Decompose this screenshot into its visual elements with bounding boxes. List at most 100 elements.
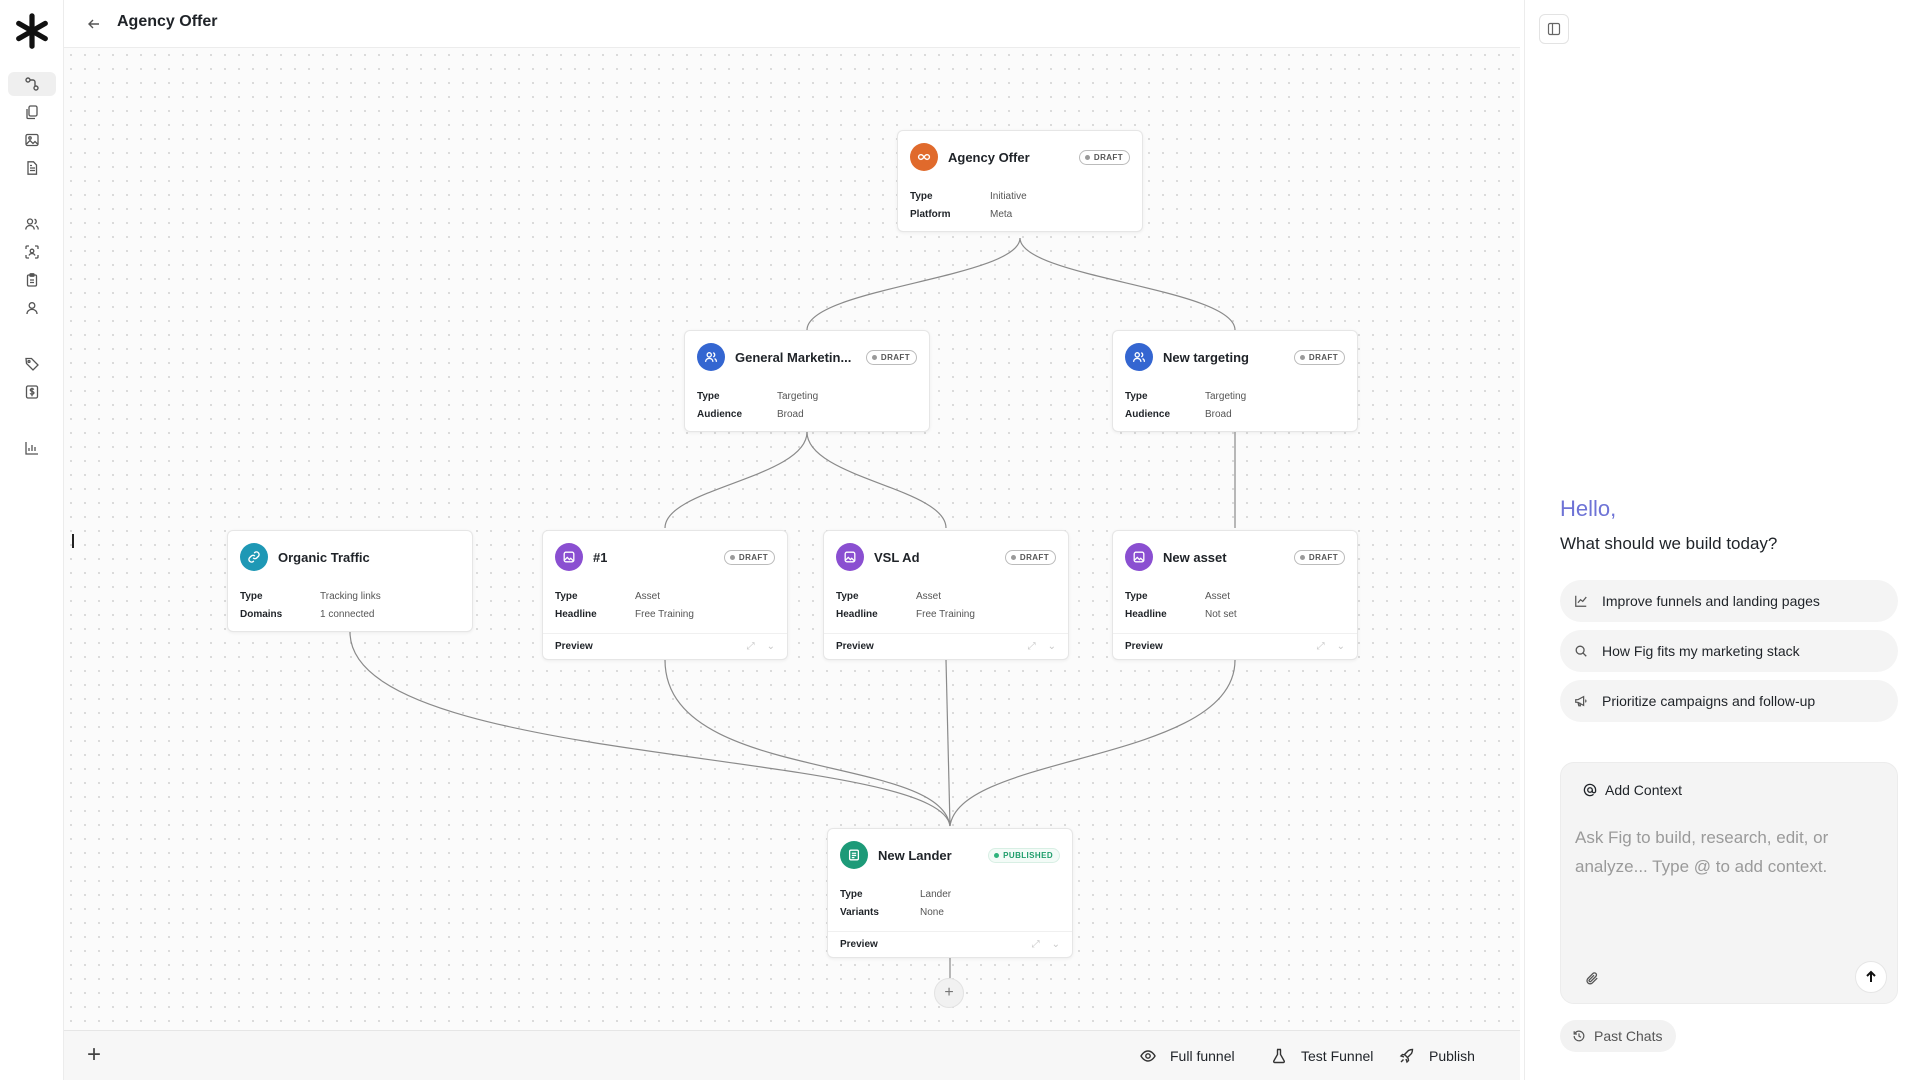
users-icon <box>697 343 725 371</box>
search-icon <box>1575 645 1587 657</box>
node-general-marketing[interactable]: General Marketin... DRAFT Type Targeting … <box>684 330 930 432</box>
chat-input[interactable] <box>1575 823 1881 933</box>
rail-item-clipboard[interactable] <box>8 268 56 292</box>
expand-icon[interactable]: ⤢ <box>1032 939 1040 950</box>
panel-toggle-button[interactable] <box>1539 14 1569 44</box>
status-badge: DRAFT <box>1293 549 1345 565</box>
flow-icon <box>25 77 39 91</box>
image-icon <box>555 543 583 571</box>
expand-icon[interactable]: ⤢ <box>1028 641 1036 652</box>
node-vsl-ad[interactable]: VSL Ad DRAFT Type Asset Headline Free Trai… <box>823 530 1069 660</box>
add-context-button[interactable]: Add Context <box>1575 777 1690 803</box>
node-new-asset[interactable]: New asset DRAFT Type Asset Headline Not se… <box>1112 530 1358 660</box>
funnel-canvas[interactable]: Agency Offer DRAFT Type Initiative Platfo… <box>64 48 1520 1030</box>
edge-general-to-vsl <box>806 431 947 529</box>
send-button[interactable] <box>1855 961 1887 993</box>
node-title: #1 <box>593 549 608 565</box>
node-new-targeting[interactable]: New targeting DRAFT Type Targeting Audien… <box>1112 330 1358 432</box>
preview-label: Preview <box>840 939 878 950</box>
suggestion-prioritize-campaigns[interactable]: Prioritize campaigns and follow-up <box>1560 680 1898 722</box>
add-button[interactable]: + <box>82 1041 106 1068</box>
logo[interactable] <box>13 12 51 50</box>
expand-icon[interactable]: ⤢ <box>1317 641 1325 652</box>
text-cursor <box>72 534 74 548</box>
sidebar-toggle-icon <box>1547 22 1561 36</box>
preview-label: Preview <box>555 641 593 652</box>
node-title: VSL Ad <box>874 549 920 565</box>
rail-item-funnels[interactable] <box>8 72 56 96</box>
full-funnel-button[interactable]: Full funnel <box>1140 1045 1235 1067</box>
arrow-left-icon <box>88 19 99 29</box>
page-icon <box>840 841 868 869</box>
chevron-down-icon[interactable]: ⌄ <box>1337 641 1345 652</box>
preview-row[interactable]: Preview ⤢ ⌄ <box>1113 633 1357 659</box>
node-title: New asset <box>1163 549 1227 565</box>
prop-key: Type <box>836 590 859 602</box>
chevron-down-icon[interactable]: ⌄ <box>1048 641 1056 652</box>
edge-asset1-to-lander <box>664 659 951 827</box>
chevron-down-icon[interactable]: ⌄ <box>1052 939 1060 950</box>
rail-item-audiences[interactable] <box>8 212 56 236</box>
node-agency-offer[interactable]: Agency Offer DRAFT Type Initiative Platfo… <box>897 130 1143 232</box>
add-node-button[interactable]: + <box>934 978 964 1008</box>
suggestion-marketing-stack[interactable]: How Fig fits my marketing stack <box>1560 630 1898 672</box>
prop-key: Type <box>240 590 263 602</box>
image-icon <box>1125 543 1153 571</box>
edge-general-to-asset1 <box>664 431 808 529</box>
prop-key: Audience <box>1125 408 1171 420</box>
preview-row[interactable]: Preview ⤢ ⌄ <box>828 931 1072 957</box>
publish-button[interactable]: Publish <box>1399 1045 1475 1067</box>
prop-key: Audience <box>697 408 743 420</box>
test-funnel-button[interactable]: Test Funnel <box>1271 1045 1373 1067</box>
chat-composer: Add Context <box>1560 762 1898 1004</box>
edge-agency-to-general <box>806 237 1021 331</box>
back-button[interactable] <box>84 14 104 34</box>
preview-row[interactable]: Preview ⤢ ⌄ <box>543 633 787 659</box>
status-badge: DRAFT <box>865 349 917 365</box>
preview-row[interactable]: Preview ⤢ ⌄ <box>824 633 1068 659</box>
rail-item-documents[interactable] <box>8 156 56 180</box>
link-icon <box>240 543 268 571</box>
status-badge: DRAFT <box>1078 149 1130 165</box>
node-title: General Marketin... <box>735 349 852 365</box>
prop-key: Headline <box>836 608 878 620</box>
prop-value: Lander <box>920 888 952 900</box>
past-chats-button[interactable]: Past Chats <box>1560 1020 1677 1052</box>
rail-item-copies[interactable] <box>8 100 56 124</box>
expand-icon[interactable]: ⤢ <box>747 641 755 652</box>
rail-item-profile[interactable] <box>8 296 56 320</box>
node-organic-traffic[interactable]: Organic Traffic Type Tracking links Domai… <box>227 530 473 632</box>
status-badge: DRAFT <box>1004 549 1056 565</box>
chevron-down-icon[interactable]: ⌄ <box>767 641 775 652</box>
rail-item-billing[interactable] <box>8 380 56 404</box>
assistant-panel: Hello, What should we build today? Impro… <box>1524 0 1920 1080</box>
eye-icon <box>1140 1050 1156 1062</box>
prop-key: Headline <box>1125 608 1167 620</box>
image-icon <box>25 133 39 147</box>
tag-icon <box>25 357 39 371</box>
node-asset-1[interactable]: #1 DRAFT Type Asset Headline Free Training… <box>542 530 788 660</box>
arrow-up-icon <box>1866 970 1876 982</box>
greeting-subtitle: What should we build today? <box>1560 534 1778 553</box>
rail-item-tags[interactable] <box>8 352 56 376</box>
rail-item-images[interactable] <box>8 128 56 152</box>
prop-key: Type <box>697 390 720 402</box>
flask-icon <box>1272 1048 1286 1064</box>
prop-key: Type <box>1125 390 1148 402</box>
document-icon <box>27 161 38 175</box>
copy-icon <box>26 105 38 120</box>
greeting: Hello, <box>1560 496 1617 521</box>
prop-value: Targeting <box>777 390 819 402</box>
edge-vsl-to-lander <box>945 659 951 827</box>
rail-item-analytics[interactable] <box>8 436 56 460</box>
edge-organic-to-lander <box>349 631 951 827</box>
paperclip-icon <box>1585 971 1598 984</box>
edge-newasset-to-lander <box>949 659 1236 827</box>
line-chart-icon <box>1575 595 1587 607</box>
rail-item-scan[interactable] <box>8 240 56 264</box>
suggestion-improve-funnels[interactable]: Improve funnels and landing pages <box>1560 580 1898 622</box>
history-icon <box>1573 1030 1585 1042</box>
prop-value: Asset <box>916 590 942 602</box>
attach-button[interactable] <box>1583 969 1601 987</box>
node-new-lander[interactable]: New Lander PUBLISHED Type Lander Variants… <box>827 828 1073 958</box>
